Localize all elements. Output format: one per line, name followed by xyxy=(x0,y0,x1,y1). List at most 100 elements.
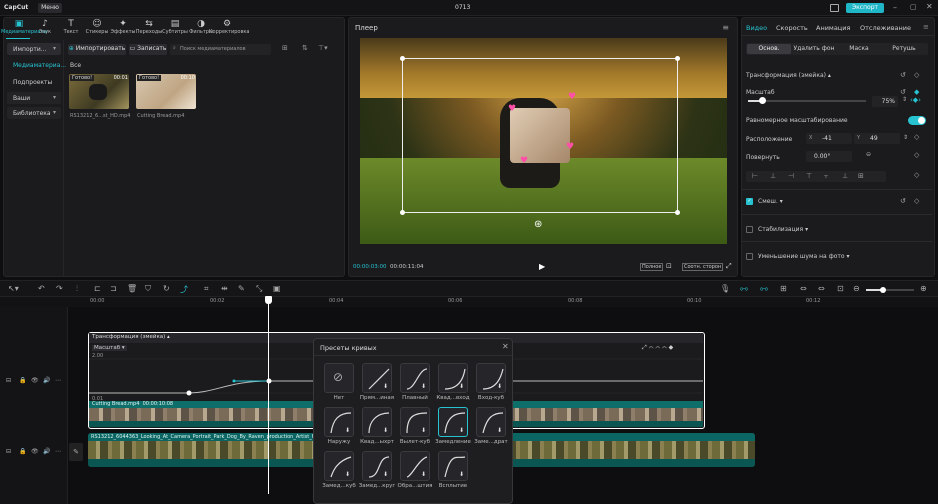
subtab-basic[interactable]: Основ. xyxy=(747,44,791,54)
keyframe-icon[interactable]: ◇ xyxy=(914,151,919,159)
subtab-mask[interactable]: Маска xyxy=(837,44,881,54)
stepper-icon[interactable]: ⇕ xyxy=(902,96,907,103)
media-thumb-bread[interactable]: Готово! 00:10 xyxy=(136,74,196,109)
resize-handle[interactable] xyxy=(675,210,680,215)
blend-checkbox[interactable]: ✓ xyxy=(746,198,753,205)
noise-checkbox[interactable] xyxy=(746,253,753,260)
align-center-h-icon[interactable]: ⊥ xyxy=(770,172,776,180)
sidebar-item-library[interactable]: Библиотека ▾ xyxy=(7,107,61,119)
preview-axis-2-icon[interactable]: ⇔ xyxy=(818,284,825,293)
curve-preset-button[interactable]: ⊘ xyxy=(324,363,354,393)
zoom-slider[interactable] xyxy=(866,287,914,293)
download-icon[interactable]: ⬇ xyxy=(383,427,388,434)
curve-preset-button[interactable]: ⬇ xyxy=(324,451,354,481)
align-bottom-icon[interactable]: ⊥ xyxy=(842,172,848,180)
download-icon[interactable]: ⬇ xyxy=(383,383,388,390)
download-icon[interactable]: ⬇ xyxy=(497,383,502,390)
download-icon[interactable]: ⬇ xyxy=(459,427,464,434)
screenshot-icon[interactable]: ⊡ xyxy=(666,262,672,270)
align-middle-icon[interactable]: ⫟ xyxy=(824,172,828,181)
record-button[interactable]: ▭ Записать xyxy=(129,44,167,55)
sidebar-item-yours[interactable]: Ваши ▾ xyxy=(7,92,61,104)
download-icon[interactable]: ⬇ xyxy=(459,383,464,390)
align-right-icon[interactable]: ⊣ xyxy=(788,172,794,180)
aspect-ratio-button[interactable]: Соотн. сторон xyxy=(682,263,724,271)
track-audio-icon[interactable]: 🔊 xyxy=(43,448,50,455)
sort-icon[interactable]: ⇅ xyxy=(302,44,308,52)
maximize-icon[interactable]: ▢ xyxy=(910,3,917,11)
select-tool-icon[interactable]: ↖▾ xyxy=(8,284,19,293)
snap-icon[interactable]: ⊞ xyxy=(780,284,787,293)
link-icon[interactable]: ⧟ xyxy=(740,284,748,294)
curve-preset-button[interactable]: ⬇ xyxy=(400,363,430,393)
reset-icon[interactable]: ↺ xyxy=(900,71,906,79)
zoom-slider-knob[interactable] xyxy=(880,287,886,293)
video-preview[interactable]: ♥ ♥ ♥ ♥ ⊛ xyxy=(360,38,727,244)
cover-edit-button[interactable]: ✎ xyxy=(69,443,83,461)
keyframe-icon[interactable]: ◇ xyxy=(914,71,919,79)
rotate-icon[interactable]: ↻ xyxy=(163,284,170,293)
keyframe-icon[interactable]: ◇ xyxy=(914,133,919,141)
scale-input[interactable]: 75% xyxy=(872,96,898,107)
playhead-handle[interactable] xyxy=(265,296,272,304)
curve-keyframe-icon[interactable]: ⤴ xyxy=(180,284,188,295)
track-lock-icon[interactable]: 🔒 xyxy=(19,377,26,384)
track-lock-icon[interactable]: 🔒 xyxy=(19,448,26,455)
download-icon[interactable]: ⬇ xyxy=(383,471,388,478)
toolbar-captions-button[interactable]: ▤ Субтитры xyxy=(162,17,188,39)
mirror-icon[interactable]: ⇹ xyxy=(221,284,228,293)
timeline-ruler[interactable]: 00:00 00:02 00:04 00:06 00:08 00:10 00:1… xyxy=(0,297,938,307)
track-lock-icon[interactable]: ⊟ xyxy=(6,448,11,455)
position-x-input[interactable]: X -41 xyxy=(806,133,852,144)
toolbar-media-button[interactable]: ▣ Медиаматериалы xyxy=(1,17,48,39)
delete-icon[interactable]: 🗑 xyxy=(127,284,137,293)
zoom-in-icon[interactable]: ⊕ xyxy=(920,284,927,293)
toolbar-effects-button[interactable]: ✦ Эффекты xyxy=(111,17,136,39)
track-visible-icon[interactable]: 👁 xyxy=(31,448,39,455)
distribute-icon[interactable]: ⊞ xyxy=(858,172,864,180)
curve-preset-button[interactable]: ⬇ xyxy=(438,407,468,437)
keyframe-active-icon[interactable]: ◆ xyxy=(914,88,919,96)
minimize-icon[interactable]: – xyxy=(893,3,897,12)
layout-icon[interactable] xyxy=(830,4,839,12)
import-button[interactable]: ⊕ Импортировать xyxy=(68,44,126,55)
download-icon[interactable]: ⬇ xyxy=(421,383,426,390)
subtitle-icon[interactable]: ▣ xyxy=(273,284,281,293)
curve-preset-button[interactable]: ⬇ xyxy=(362,451,392,481)
toolbar-transitions-button[interactable]: ⇆ Переходы xyxy=(136,17,163,39)
close-icon[interactable]: ✕ xyxy=(926,2,933,11)
curve-preset-button[interactable]: ⬇ xyxy=(438,363,468,393)
rotate-dial-icon[interactable]: ⊖ xyxy=(866,151,871,158)
track-lock-icon[interactable]: ⊟ xyxy=(6,377,11,384)
tab-video[interactable]: Видео xyxy=(746,24,767,32)
redo-icon[interactable]: ↷ xyxy=(56,284,63,293)
fullscreen-icon[interactable]: ⤢ xyxy=(726,262,732,271)
playhead[interactable] xyxy=(268,297,269,494)
keyframe-icon[interactable]: ◇ xyxy=(914,171,919,179)
menu-button[interactable]: Меню xyxy=(38,3,62,13)
tab-speed[interactable]: Скорость xyxy=(776,24,808,32)
play-button[interactable]: ▶ xyxy=(539,262,545,271)
shield-icon[interactable]: ⛉ xyxy=(145,284,151,294)
download-icon[interactable]: ⬇ xyxy=(421,471,426,478)
split-right-icon[interactable]: ⊐ xyxy=(110,284,117,293)
rotate-handle-icon[interactable]: ⊛ xyxy=(534,219,542,230)
curve-preset-button[interactable]: ⬇ xyxy=(438,451,468,481)
export-button[interactable]: Экспорт xyxy=(846,3,884,13)
download-icon[interactable]: ⬇ xyxy=(345,427,350,434)
tab-animation[interactable]: Анимация xyxy=(816,24,850,32)
curve-preset-button[interactable]: ⬇ xyxy=(400,407,430,437)
crop-icon[interactable]: ⌗ xyxy=(204,284,209,294)
grid-view-icon[interactable]: ⊞ xyxy=(282,44,288,52)
split-icon[interactable]: ⫶ xyxy=(76,284,78,294)
toolbar-adjust-button[interactable]: ⚙ Корректировка xyxy=(209,17,249,39)
resize-handle[interactable] xyxy=(400,56,405,61)
zoom-out-icon[interactable]: ⊖ xyxy=(853,284,860,293)
resize-handle[interactable] xyxy=(400,210,405,215)
ai-edit-icon[interactable]: ✎ xyxy=(238,284,245,293)
menu-icon[interactable]: ≡ xyxy=(722,23,729,32)
preview-axis-icon[interactable]: ⇔ xyxy=(800,284,807,293)
curve-preset-button[interactable]: ⬇ xyxy=(324,407,354,437)
track-audio-icon[interactable]: 🔊 xyxy=(43,377,50,384)
fit-icon[interactable]: ⊡ xyxy=(837,284,844,293)
